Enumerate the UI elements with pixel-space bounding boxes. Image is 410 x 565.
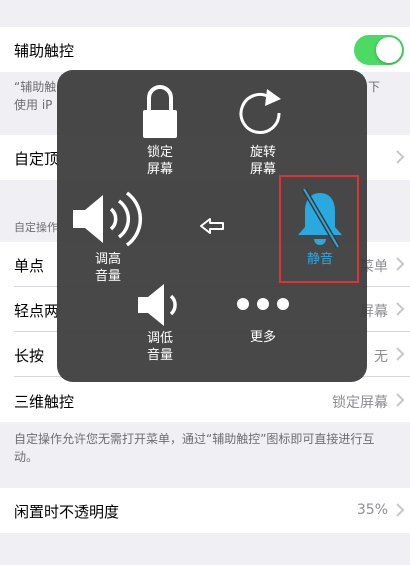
lock-screen-button[interactable]: 锁定 屏幕: [130, 82, 190, 178]
long-press-label: 长按: [14, 347, 45, 365]
rotate-icon: [239, 89, 281, 134]
volume-up-button[interactable]: 调高 音量: [71, 187, 145, 285]
speaker-volume-up-icon: [73, 191, 143, 247]
assistive-touch-toggle[interactable]: [354, 35, 404, 65]
speaker-volume-down-icon: [138, 284, 177, 326]
long-press-value: 无: [374, 349, 388, 365]
chevron-right-icon: [396, 393, 405, 407]
volume-down-label-2: 音量: [146, 348, 173, 363]
rotate-screen-button[interactable]: 旋转 屏幕: [233, 82, 293, 178]
rotate-screen-label-1: 旋转: [249, 145, 276, 160]
toggle-knob: [376, 37, 402, 63]
custom-actions-note: 自定操作允许您无需打开菜单，通过“辅助触控”图标即可直接进行互动。: [14, 432, 375, 464]
chevron-right-icon: [396, 347, 405, 361]
more-label: 更多: [249, 330, 276, 345]
three-d-touch-value: 锁定屏幕: [332, 395, 388, 411]
idle-opacity-value: 35%: [356, 502, 388, 518]
customize-top-menu-label: 自定顶: [14, 150, 60, 168]
volume-down-button[interactable]: 调低 音量: [132, 280, 188, 364]
more-button[interactable]: 更多: [233, 292, 293, 346]
assistive-touch-label: 辅助触控: [14, 42, 75, 60]
custom-actions-header: 自定操作: [14, 221, 58, 234]
single-tap-label: 单点: [14, 257, 45, 275]
more-dots-icon: [237, 298, 289, 310]
chevron-right-icon: [396, 257, 405, 271]
volume-down-label-1: 调低: [146, 331, 173, 346]
mute-highlight-box: [279, 175, 359, 283]
assistive-touch-menu: 锁定 屏幕 旋转 屏幕 调高 音量 静音 调低 音量 更多: [57, 70, 367, 382]
lock-screen-label-1: 锁定: [146, 145, 173, 160]
back-arrow-icon[interactable]: [199, 217, 225, 235]
idle-opacity-row[interactable]: 闲置时不透明度 35%: [0, 488, 410, 533]
double-tap-label: 轻点两: [14, 302, 60, 320]
top-note-right: 下: [368, 80, 381, 94]
three-d-touch-label: 三维触控: [14, 393, 75, 411]
chevron-right-icon: [396, 302, 405, 316]
chevron-right-icon: [396, 150, 405, 164]
volume-up-label-1: 调高: [94, 252, 121, 267]
chevron-right-icon: [396, 503, 405, 517]
three-d-touch-row[interactable]: 三维触控 锁定屏幕: [0, 377, 410, 422]
idle-opacity-label: 闲置时不透明度: [14, 503, 120, 521]
lock-screen-label-2: 屏幕: [146, 162, 173, 177]
lock-icon: [143, 85, 177, 138]
assistive-touch-row: 辅助触控: [0, 27, 410, 72]
